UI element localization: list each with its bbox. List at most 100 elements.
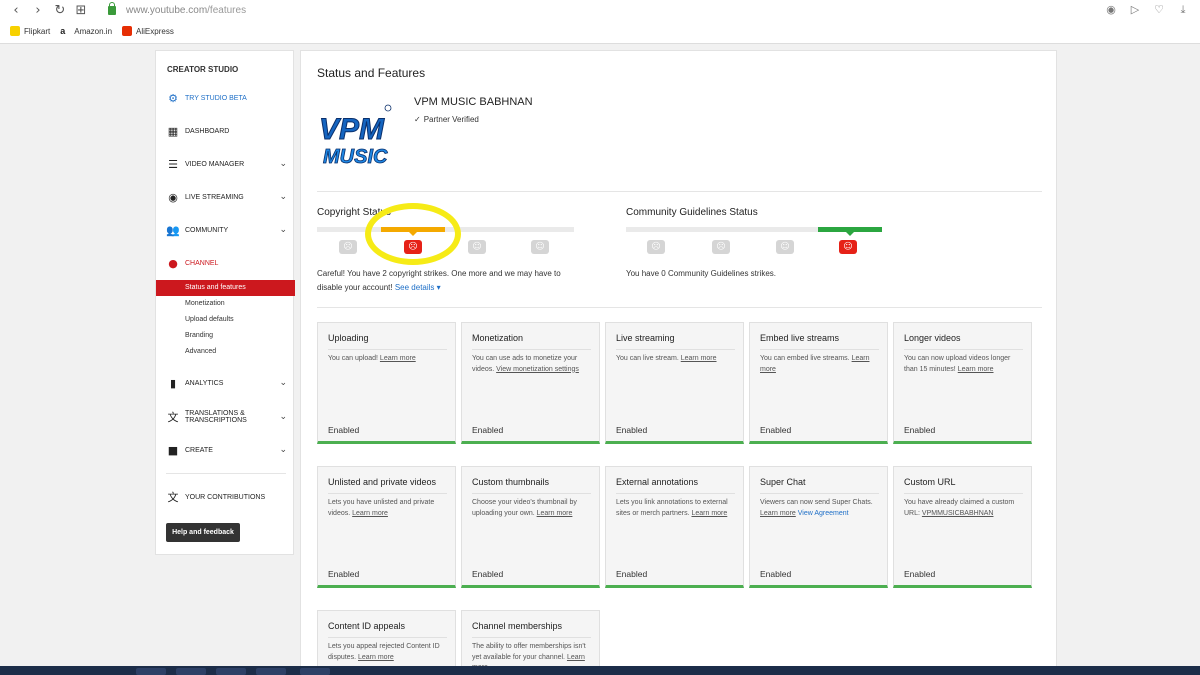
sidebar-item-community[interactable]: 👥 COMMUNITY ⌄ <box>156 219 295 241</box>
bookmark-flipkart[interactable]: Flipkart <box>10 26 50 36</box>
learn-more-link[interactable]: Learn more <box>691 510 727 517</box>
sidebar-sub-upload-defaults[interactable]: Upload defaults <box>156 312 295 328</box>
status-label: Enabled <box>472 569 504 579</box>
camera-icon[interactable]: ◉ <box>1104 3 1118 17</box>
apps-grid-icon[interactable]: ⊞ <box>73 3 89 19</box>
chevron-down-icon: ⌄ <box>279 411 287 422</box>
neutral-face-icon: ☺ <box>776 240 794 254</box>
feature-card-uploading: Uploading You can upload! Learn more Ena… <box>317 322 456 444</box>
feature-card-longer-videos: Longer videos You can now upload videos … <box>893 322 1032 444</box>
bookmark-aliexpress[interactable]: AliExpress <box>122 26 174 36</box>
main-panel: Status and Features VPM MUSIC VPM MUSIC … <box>300 50 1057 675</box>
active-face-icon: ☺ <box>839 240 857 254</box>
flipkart-icon <box>10 26 20 36</box>
sidebar-item-contributions[interactable]: 文 YOUR CONTRIBUTIONS <box>156 486 295 508</box>
view-agreement-link[interactable]: View Agreement <box>798 510 849 517</box>
taskbar-item[interactable] <box>176 668 206 675</box>
taskbar-item[interactable] <box>216 668 246 675</box>
send-icon[interactable]: ▷ <box>1128 3 1142 17</box>
learn-more-link[interactable]: Learn more <box>760 510 796 517</box>
sidebar-item-create[interactable]: ■ CREATE ⌄ <box>156 439 295 461</box>
channel-name: VPM MUSIC BABHNAN <box>414 96 533 108</box>
feature-card-monetization: Monetization You can use ads to monetize… <box>461 322 600 444</box>
feature-card-super-chat: Super Chat Viewers can now send Super Ch… <box>749 466 888 588</box>
help-feedback-button[interactable]: Help and feedback <box>166 523 240 542</box>
logo-text-vpm: VPM <box>319 113 385 146</box>
sidebar-item-live-streaming[interactable]: ◉ LIVE STREAMING ⌄ <box>156 186 295 208</box>
divider <box>317 191 1042 192</box>
see-details-link[interactable]: See details ▾ <box>395 283 441 292</box>
list-icon: ☰ <box>168 157 178 171</box>
monetization-settings-link[interactable]: View monetization settings <box>496 366 579 373</box>
dashboard-icon: ▦ <box>167 124 179 138</box>
community-status-desc: You have 0 Community Guidelines strikes. <box>626 269 776 278</box>
back-icon[interactable]: ‹ <box>8 3 24 19</box>
amazon-icon: a <box>60 26 71 36</box>
status-label: Enabled <box>760 425 792 435</box>
chevron-down-icon: ⌄ <box>279 192 287 202</box>
logo-text-music: MUSIC <box>323 146 388 168</box>
divider <box>317 307 1042 308</box>
video-camera-icon: ■ <box>167 443 179 457</box>
sidebar-sub-status-features[interactable]: Status and features <box>156 280 295 296</box>
bar-chart-icon: ▮ <box>169 376 177 390</box>
sidebar-sub-monetization[interactable]: Monetization <box>156 296 295 312</box>
sidebar-item-translations[interactable]: 文 TRANSLATIONS & TRANSCRIPTIONS ⌄ <box>156 406 295 428</box>
chevron-down-icon: ⌄ <box>279 225 287 235</box>
reload-icon[interactable]: ↻ <box>52 3 68 19</box>
check-icon: ✓ <box>414 115 421 124</box>
learn-more-link[interactable]: Learn more <box>358 654 394 661</box>
learn-more-link[interactable]: Learn more <box>352 510 388 517</box>
sidebar-item-analytics[interactable]: ▮ ANALYTICS ⌄ <box>156 372 295 394</box>
chevron-down-icon: ⌄ <box>279 159 287 169</box>
download-icon[interactable]: ⤓ <box>1176 3 1190 17</box>
neutral-face-icon: ☺ <box>468 240 486 254</box>
sidebar-item-video-manager[interactable]: ☰ VIDEO MANAGER ⌄ <box>156 153 295 175</box>
community-status-title: Community Guidelines Status <box>626 207 758 218</box>
forward-icon[interactable]: › <box>30 3 46 19</box>
status-label: Enabled <box>760 569 792 579</box>
taskbar-item[interactable] <box>136 668 166 675</box>
lock-icon <box>108 2 116 15</box>
feature-card-live-streaming: Live streaming You can live stream. Lear… <box>605 322 744 444</box>
feature-card-custom-thumbnails: Custom thumbnails Choose your video's th… <box>461 466 600 588</box>
people-icon: 👥 <box>166 223 180 237</box>
address-bar[interactable]: www.youtube.com/features <box>126 5 246 16</box>
status-label: Enabled <box>616 425 648 435</box>
sidebar-item-try-beta[interactable]: ⚙ TRY STUDIO BETA <box>156 87 295 109</box>
learn-more-link[interactable]: Learn more <box>958 366 994 373</box>
translate-icon: 文 <box>167 491 179 504</box>
custom-url-link[interactable]: VPMMUSICBABHNAN <box>922 510 994 517</box>
learn-more-link[interactable]: Learn more <box>537 510 573 517</box>
bookmarks-bar: Flipkart a Amazon.in AliExpress <box>10 26 174 36</box>
creator-studio-sidebar: CREATOR STUDIO ⚙ TRY STUDIO BETA ▦ DASHBOA… <box>155 50 295 555</box>
chevron-down-icon: ⌄ <box>279 378 287 388</box>
highlight-circle <box>365 203 461 265</box>
broadcast-icon: ◉ <box>168 190 178 204</box>
aliexpress-icon <box>122 26 133 36</box>
translate-icon: 文 <box>167 410 179 424</box>
learn-more-link[interactable]: Learn more <box>380 355 416 362</box>
copyright-status-desc: Careful! You have 2 copyright strikes. O… <box>317 269 561 292</box>
sidebar-sub-advanced[interactable]: Advanced <box>156 344 295 360</box>
community-pointer <box>846 232 854 236</box>
partner-verified: ✓ Partner Verified <box>414 115 479 124</box>
heart-icon[interactable]: ♡ <box>1152 3 1166 17</box>
status-label: Enabled <box>616 569 648 579</box>
bookmark-amazon[interactable]: a Amazon.in <box>60 26 112 36</box>
feature-card-unlisted: Unlisted and private videos Lets you hav… <box>317 466 456 588</box>
page-title: Status and Features <box>317 66 426 80</box>
sidebar-item-dashboard[interactable]: ▦ DASHBOARD <box>156 120 295 142</box>
taskbar-item[interactable] <box>256 668 286 675</box>
taskbar-item[interactable] <box>300 668 330 675</box>
sidebar-item-channel[interactable]: ● CHANNEL <box>156 252 295 274</box>
browser-chrome: ‹ › ↻ ⊞ www.youtube.com/features ◉ ▷ ♡ ⤓… <box>0 0 1200 44</box>
sidebar-sub-branding[interactable]: Branding <box>156 328 295 344</box>
learn-more-link[interactable]: Learn more <box>681 355 717 362</box>
neutral-face-icon: ☹ <box>712 240 730 254</box>
sidebar-title: CREATOR STUDIO <box>167 65 239 74</box>
happy-face-icon: ☺ <box>531 240 549 254</box>
status-label: Enabled <box>328 569 360 579</box>
status-label: Enabled <box>328 425 360 435</box>
sidebar-divider <box>166 473 286 474</box>
